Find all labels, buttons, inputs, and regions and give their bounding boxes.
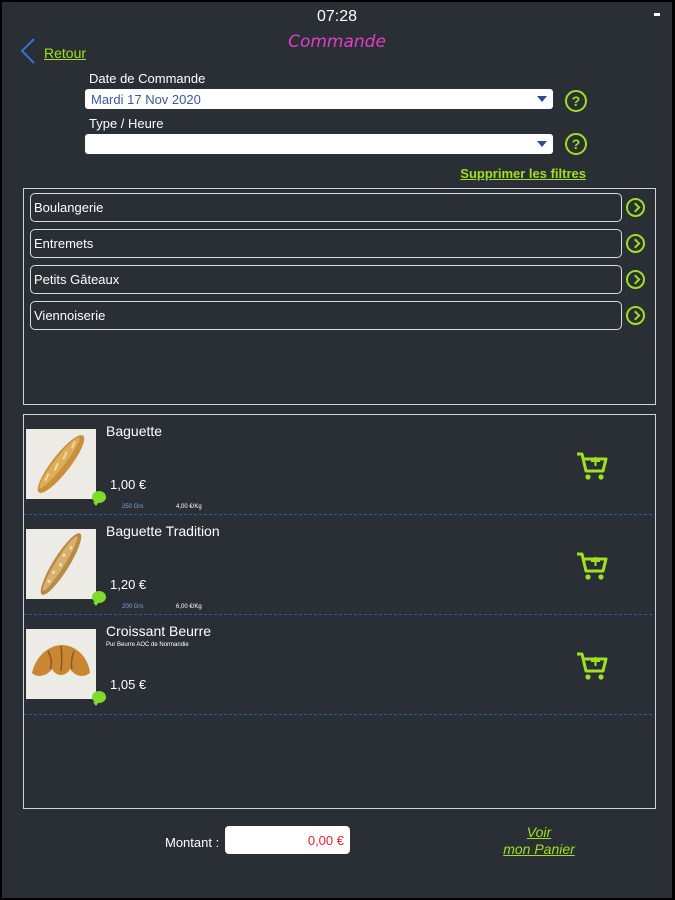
category-label: Entremets xyxy=(34,236,94,251)
date-select-value: Mardi 17 Nov 2020 xyxy=(91,91,201,107)
chevron-right-circle-icon[interactable] xyxy=(626,306,645,325)
chevron-right-circle-icon[interactable] xyxy=(626,234,645,253)
view-cart-line1[interactable]: Voir xyxy=(484,824,594,841)
battery-icon xyxy=(654,13,660,16)
status-time: 07:28 xyxy=(316,8,358,25)
date-select[interactable]: Mardi 17 Nov 2020 xyxy=(85,89,553,109)
comment-icon[interactable] xyxy=(92,691,106,706)
type-select[interactable] xyxy=(85,134,553,154)
product-image-croissant[interactable] xyxy=(26,629,96,699)
comment-icon[interactable] xyxy=(92,491,106,506)
product-weight: 250 Grs xyxy=(122,504,144,510)
view-cart-line2[interactable]: mon Panier xyxy=(484,841,594,858)
add-to-cart-icon[interactable] xyxy=(576,451,608,481)
product-row[interactable]: Baguette Tradition 1,20 € 200 Grs 6,00 €… xyxy=(24,515,652,615)
products-panel: Baguette 1,00 € 250 Grs 4,00 €/Kg Baguet… xyxy=(23,414,656,809)
type-help-icon[interactable]: ? xyxy=(565,133,587,155)
product-image-baguette[interactable] xyxy=(26,429,96,499)
product-row[interactable]: Baguette 1,00 € 250 Grs 4,00 €/Kg xyxy=(24,415,652,515)
add-to-cart-icon[interactable] xyxy=(576,551,608,581)
categories-panel: Boulangerie Entremets Petits Gâteaux Vie… xyxy=(23,188,656,405)
category-item[interactable]: Petits Gâteaux xyxy=(30,265,622,294)
product-price-per-kg: 6,00 €/Kg xyxy=(176,604,202,610)
chevron-right-circle-icon[interactable] xyxy=(626,270,645,289)
date-help-icon[interactable]: ? xyxy=(565,90,587,112)
amount-label: Montant : xyxy=(165,835,220,850)
dropdown-arrow-icon xyxy=(537,96,547,102)
product-name: Baguette Tradition xyxy=(106,523,220,539)
product-price-per-kg: 4,00 €/Kg xyxy=(176,504,202,510)
category-label: Boulangerie xyxy=(34,200,104,215)
view-cart-link[interactable]: Voir mon Panier xyxy=(484,824,594,858)
product-image-baguette-tradition[interactable] xyxy=(26,529,96,599)
amount-field: 0,00 € xyxy=(225,826,350,854)
page-title: Commande xyxy=(288,32,386,52)
chevron-right-circle-icon[interactable] xyxy=(626,198,645,217)
product-price: 1,00 € xyxy=(110,477,147,492)
add-to-cart-icon[interactable] xyxy=(576,651,608,681)
category-label: Petits Gâteaux xyxy=(34,272,120,287)
product-row[interactable]: Croissant Beurre Pur Beurre AOC de Norma… xyxy=(24,615,652,715)
product-price: 1,20 € xyxy=(110,577,147,592)
type-label: Type / Heure xyxy=(89,116,164,131)
app-screen: 07:28 Retour Commande Date de Commande M… xyxy=(2,2,672,898)
amount-value: 0,00 € xyxy=(307,832,344,848)
product-price: 1,05 € xyxy=(110,677,147,692)
product-description: Pur Beurre AOC de Normandie xyxy=(106,642,189,648)
category-label: Viennoiserie xyxy=(34,308,106,323)
category-item[interactable]: Viennoiserie xyxy=(30,301,622,330)
category-item[interactable]: Boulangerie xyxy=(30,193,622,222)
product-name: Croissant Beurre xyxy=(106,623,212,639)
clear-filters-link[interactable]: Supprimer les filtres xyxy=(460,166,586,181)
dropdown-arrow-icon xyxy=(537,141,547,147)
date-label: Date de Commande xyxy=(89,71,206,86)
product-name: Baguette xyxy=(106,423,163,439)
category-item[interactable]: Entremets xyxy=(30,229,622,258)
product-weight: 200 Grs xyxy=(122,604,144,610)
comment-icon[interactable] xyxy=(92,591,106,606)
